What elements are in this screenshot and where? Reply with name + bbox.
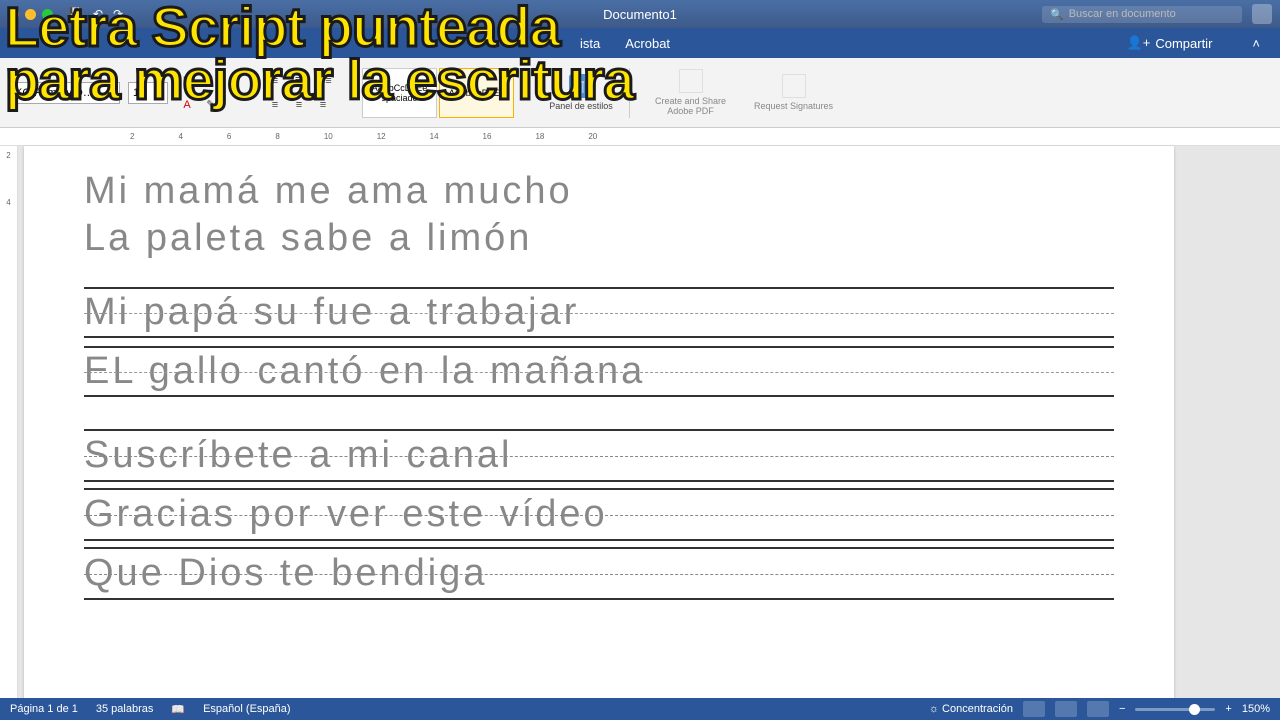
search-input[interactable]: 🔍 Buscar en documento: [1042, 6, 1242, 23]
request-signatures-button[interactable]: Request Signatures: [746, 65, 841, 120]
spellcheck-icon[interactable]: 📖: [171, 703, 185, 716]
horizontal-ruler[interactable]: 2468101214161820: [0, 128, 1280, 146]
font-size-selector[interactable]: 14: [128, 82, 168, 104]
align-center-button[interactable]: ≡: [288, 94, 310, 116]
view-web-icon[interactable]: [1055, 701, 1077, 717]
statusbar: Página 1 de 1 35 palabras 📖 Español (Esp…: [0, 698, 1280, 720]
ribbon-tabs: ista Acrobat 👤+ Compartir ˄: [0, 28, 1280, 58]
search-icon: 🔍: [1050, 8, 1064, 21]
close-icon[interactable]: [8, 9, 19, 20]
italic-button[interactable]: I: [200, 70, 222, 92]
focus-mode-button[interactable]: ☼ Concentración: [929, 703, 1013, 715]
text-line-7[interactable]: Que Dios te bendiga: [84, 547, 1114, 600]
align-right-button[interactable]: ≡: [312, 94, 334, 116]
redo-icon[interactable]: ↷: [113, 7, 123, 21]
zoom-slider[interactable]: [1135, 708, 1215, 711]
text-line-4[interactable]: EL gallo cantó en la mañana: [84, 346, 1114, 397]
create-pdf-button[interactable]: Create and Share Adobe PDF: [643, 65, 738, 120]
align-left-button[interactable]: ≡: [264, 94, 286, 116]
numbering-button[interactable]: ≣: [288, 70, 310, 92]
word-count[interactable]: 35 palabras: [96, 703, 154, 715]
styles-more-icon[interactable]: ▸: [516, 68, 538, 90]
styles-gallery: AaBbCcDdEespaciado AaBbCcDdEe ▸: [362, 68, 538, 118]
collaborator-icon[interactable]: [1252, 4, 1272, 24]
signature-icon: [782, 74, 806, 98]
save-icon[interactable]: 💾: [68, 7, 83, 21]
vertical-ruler[interactable]: 24: [0, 146, 18, 701]
text-line-1[interactable]: Mi mamá me ama mucho: [84, 170, 1114, 213]
styles-panel-button[interactable]: ¶ Panel de estilos: [546, 65, 616, 120]
ribbon: KG Primary D… 14 B I U A ✎ ≡ ≣ ⋮≡ ≡ ≡ ≡ …: [0, 58, 1280, 128]
pilcrow-icon: ¶: [569, 74, 593, 98]
tab-acrobat[interactable]: Acrobat: [625, 36, 670, 51]
titlebar: 💾 ↶ ↷ Documento1 🔍 Buscar en documento: [0, 0, 1280, 28]
tab-vista[interactable]: ista: [580, 36, 600, 51]
bullets-button[interactable]: ≡: [264, 70, 286, 92]
style-normal[interactable]: AaBbCcDdEespaciado: [362, 68, 437, 118]
text-line-6[interactable]: Gracias por ver este vídeo: [84, 488, 1114, 541]
bold-button[interactable]: B: [176, 70, 198, 92]
text-line-5[interactable]: Suscríbete a mi canal: [84, 429, 1114, 482]
underline-button[interactable]: U: [224, 70, 246, 92]
document-title: Documento1: [603, 7, 677, 22]
window-controls[interactable]: [8, 9, 53, 20]
font-color-button[interactable]: A: [176, 94, 198, 116]
maximize-icon[interactable]: [42, 9, 53, 20]
document-page[interactable]: Mi mamá me ama mucho La paleta sabe a li…: [24, 146, 1174, 701]
view-print-icon[interactable]: [1023, 701, 1045, 717]
share-button[interactable]: 👤+ Compartir: [1127, 35, 1213, 51]
zoom-level[interactable]: 150%: [1242, 703, 1270, 715]
workspace: 24 Mi mamá me ama mucho La paleta sabe a…: [0, 146, 1280, 701]
text-line-2[interactable]: La paleta sabe a limón: [84, 217, 1114, 260]
text-line-3[interactable]: Mi papá su fue a trabajar: [84, 287, 1114, 338]
page-count[interactable]: Página 1 de 1: [10, 703, 78, 715]
pdf-icon: [679, 69, 703, 93]
minimize-icon[interactable]: [25, 9, 36, 20]
zoom-out-button[interactable]: −: [1119, 703, 1125, 715]
collapse-ribbon-icon[interactable]: ˄: [1252, 36, 1260, 51]
highlight-button[interactable]: ✎: [200, 94, 222, 116]
style-selected[interactable]: AaBbCcDdEe: [439, 68, 514, 118]
zoom-in-button[interactable]: +: [1225, 703, 1231, 715]
font-selector[interactable]: KG Primary D…: [10, 82, 120, 104]
multilevel-button[interactable]: ⋮≡: [312, 70, 334, 92]
undo-icon[interactable]: ↶: [93, 7, 103, 21]
share-icon: 👤+: [1127, 35, 1151, 51]
view-outline-icon[interactable]: [1087, 701, 1109, 717]
language-selector[interactable]: Español (España): [203, 703, 290, 715]
